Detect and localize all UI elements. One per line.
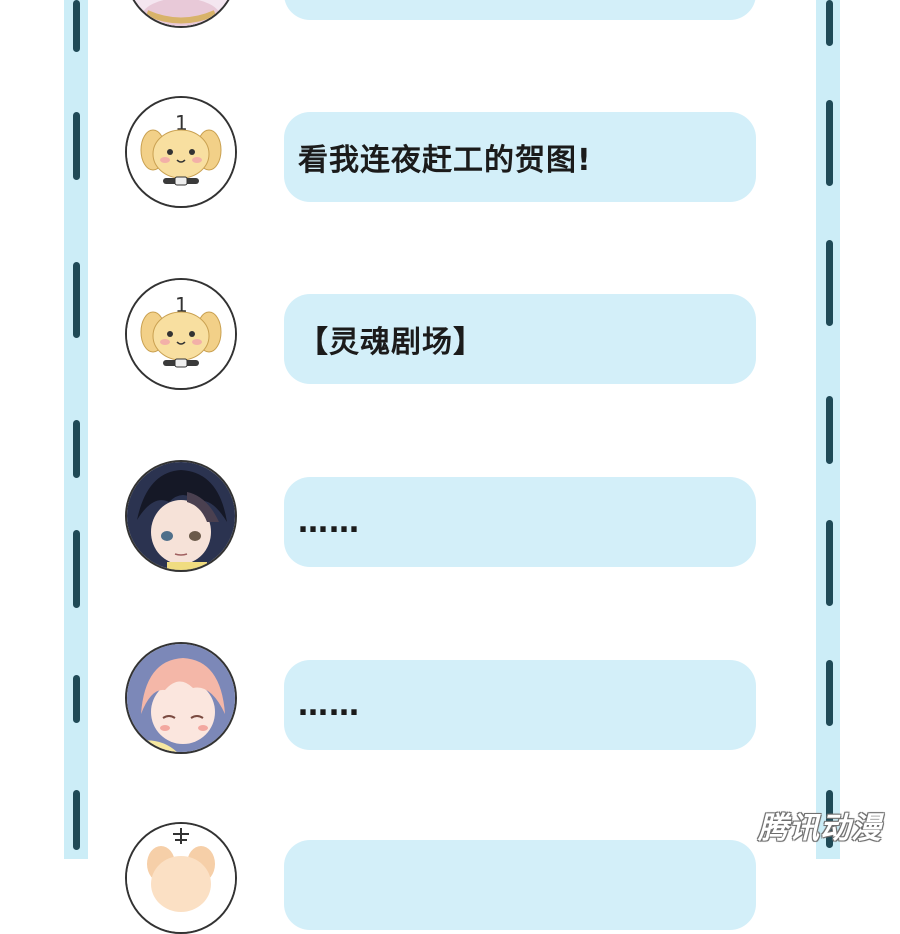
partial-avatar — [125, 822, 237, 934]
border-dash — [826, 396, 833, 464]
pink-hair-boy-avatar-icon — [125, 642, 237, 754]
border-dash — [73, 530, 80, 608]
message-text: …… — [298, 504, 360, 540]
border-dash — [73, 790, 80, 850]
partial-bubble — [284, 0, 756, 20]
border-dash — [73, 262, 80, 338]
border-dash — [73, 420, 80, 478]
dog-avatar-icon: 1 — [125, 278, 237, 390]
watermark-logo: 腾讯动漫 — [758, 811, 882, 846]
message-text: …… — [298, 687, 360, 723]
dark-hair-boy-avatar-icon — [125, 460, 237, 572]
border-dash — [826, 100, 833, 186]
border-dash — [826, 520, 833, 606]
border-dash — [73, 0, 80, 52]
border-dash — [826, 240, 833, 326]
border-dash — [73, 675, 80, 723]
dog-avatar-icon: 1 — [125, 96, 237, 208]
message-text: 看我连夜赶工的贺图! — [298, 143, 592, 178]
chat-bubble: 【灵魂剧场】 — [284, 294, 756, 384]
chat-bubble: 看我连夜赶工的贺图! — [284, 112, 756, 202]
partial-avatar — [125, 0, 237, 28]
chat-bubble: …… — [284, 660, 756, 750]
chat-bubble: …… — [284, 477, 756, 567]
message-text: 【灵魂剧场】 — [298, 325, 484, 360]
border-dash — [73, 112, 80, 180]
border-dash — [826, 0, 833, 46]
partial-bubble — [284, 840, 756, 930]
border-dash — [826, 660, 833, 726]
